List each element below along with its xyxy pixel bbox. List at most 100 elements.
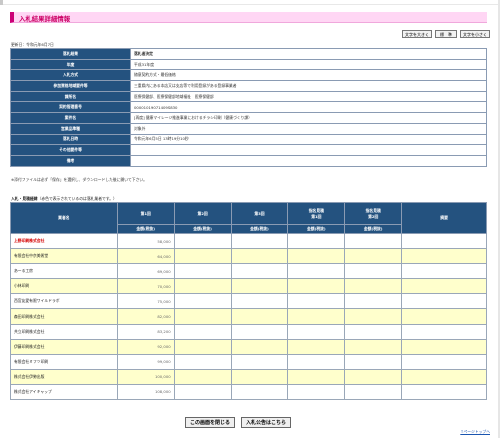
col-round-3: 第3回 <box>230 202 289 225</box>
bid-empty-cell <box>230 368 289 385</box>
bid-empty-cell <box>287 308 346 325</box>
bid-amount-round-1: 100,000 <box>116 368 175 385</box>
attachment-note: ※添付ファイルは必ず「保存」を選択し、ダウンロードした後に開いて下さい。 <box>11 177 147 182</box>
bid-row: 共立印刷株式会社 83,200 <box>10 323 487 340</box>
col-amount-label: 金額(税抜) <box>230 224 289 234</box>
bid-empty-cell <box>173 278 232 295</box>
bid-empty-cell <box>287 293 346 310</box>
bid-remarks-cell <box>401 278 487 295</box>
bid-remarks-cell <box>401 338 487 355</box>
bid-empty-cell <box>344 353 403 370</box>
info-value <box>130 144 487 156</box>
col-round-1: 第1回 <box>116 202 175 225</box>
bid-empty-cell <box>173 338 232 355</box>
bidder-name: 有限会社ミフツ印刷 <box>10 353 118 370</box>
col-amount-label: 金額(税抜) <box>344 224 403 234</box>
info-label: その他要件等 <box>10 144 131 156</box>
bid-empty-cell <box>344 323 403 340</box>
bid-empty-cell <box>230 323 289 340</box>
page-title-bar: 入札結果詳細情報 <box>10 12 487 23</box>
bids-heading-note: （赤色で表示されているのは落札業者です。） <box>37 196 117 201</box>
bid-row: 株式会社アイキャップ 108,000 <box>10 383 487 401</box>
info-row: 営業品準種 対象外 <box>10 122 487 135</box>
info-row: 落札日時 令和元年6月5日 13時19分10秒 <box>10 133 487 146</box>
bid-empty-cell <box>344 383 403 401</box>
bidder-name: 共立印刷株式会社 <box>10 323 118 340</box>
info-label: 案件名 <box>10 112 131 124</box>
info-label: 落札日時 <box>10 133 131 146</box>
result-info-table: 落札結果 落札者決定 年度 平成31年度 入札方式 随意契約方式・最低価格 参加資格地域要件… <box>10 48 487 167</box>
col-amount-label: 金額(税抜) <box>287 224 346 234</box>
bid-empty-cell <box>173 368 232 385</box>
font-small-button[interactable]: 文字を小さく <box>460 30 490 38</box>
info-value: 落札者決定 <box>130 48 487 60</box>
bidder-name: 森田印刷株式会社 <box>10 308 118 325</box>
bid-empty-cell <box>173 293 232 310</box>
bid-empty-cell <box>287 353 346 370</box>
info-label: 落札結果 <box>10 48 131 60</box>
bid-empty-cell <box>344 338 403 355</box>
bid-empty-cell <box>173 248 232 265</box>
bid-row: 上野印刷株式会社 58,000 <box>10 232 487 250</box>
bid-empty-cell <box>230 248 289 265</box>
info-row: 案件名 [再度] 健康マイレージ推進事業におけるチラシ印刷（健康づくり課） <box>10 112 487 124</box>
font-standard-button[interactable]: 標 準 <box>435 30 457 38</box>
info-value: 令和元年6月5日 13時19分10秒 <box>130 133 487 146</box>
col-name: 業者名 <box>10 202 118 234</box>
info-row: 課所名 医療保健部、医療保健部地域福祉 医療保健部 <box>10 90 487 103</box>
bid-empty-cell <box>230 353 289 370</box>
col-remarks: 摘要 <box>401 202 487 234</box>
top-strip-edge <box>0 0 3 5</box>
bid-empty-cell <box>344 368 403 385</box>
info-label: 課所名 <box>10 90 131 103</box>
bidder-name: あーる工房 <box>10 263 118 280</box>
tender-notice-button[interactable]: 入札公告はこちら <box>241 417 292 428</box>
info-row: 契約管理番号 00001019071409S830 <box>10 101 487 114</box>
bid-empty-cell <box>287 278 346 295</box>
bid-empty-cell <box>287 232 346 250</box>
bid-empty-cell <box>173 308 232 325</box>
bid-empty-cell <box>344 308 403 325</box>
col-amount-label: 金額(税抜) <box>173 224 232 234</box>
bid-row: 西宮友愛有限ワイルドラボ 75,000 <box>10 293 487 310</box>
col-round-2: 第2回 <box>173 202 232 225</box>
close-window-button[interactable]: この画面を閉じる <box>185 417 236 428</box>
bid-empty-cell <box>230 263 289 280</box>
bidder-name: 西宮友愛有限ワイルドラボ <box>10 293 118 310</box>
info-row: 年度 平成31年度 <box>10 58 487 71</box>
top-strip <box>0 0 500 5</box>
bid-amount-round-1: 64,000 <box>116 248 175 265</box>
bid-amount-round-1: 82,000 <box>116 308 175 325</box>
col-amount-label: 金額(税抜) <box>116 224 175 234</box>
font-large-button[interactable]: 文字を大きく <box>402 30 432 38</box>
bid-empty-cell <box>230 338 289 355</box>
bid-empty-cell <box>344 248 403 265</box>
bid-remarks-cell <box>401 308 487 325</box>
bid-amount-round-1: 108,000 <box>116 383 175 401</box>
bidder-name: 上野印刷株式会社 <box>10 232 118 250</box>
bid-remarks-cell <box>401 248 487 265</box>
page-title: 入札結果詳細情報 <box>19 15 71 23</box>
bid-amount-round-1: 75,000 <box>116 293 175 310</box>
bid-row: 有限会社ミフツ印刷 99,000 <box>10 353 487 370</box>
bid-empty-cell <box>230 293 289 310</box>
bid-amount-round-1: 92,000 <box>116 338 175 355</box>
bid-empty-cell <box>344 232 403 250</box>
bid-empty-cell <box>344 293 403 310</box>
bid-empty-cell <box>344 278 403 295</box>
info-value: 対象外 <box>130 122 487 135</box>
page-top-link[interactable]: ↑ページトップへ <box>460 429 490 435</box>
info-value: 00001019071409S830 <box>130 101 487 114</box>
bid-row: あーる工房 69,000 <box>10 263 487 280</box>
bid-remarks-cell <box>401 293 487 310</box>
info-label: 参加資格地域要件等 <box>10 80 131 92</box>
info-row: 備考 <box>10 154 487 167</box>
info-value: 三重県内にある本店又は支店等で利用登録がある登録事業者 <box>130 80 487 92</box>
col-designated-1: 指名見積 第1回 <box>287 202 346 225</box>
bid-empty-cell <box>173 232 232 250</box>
bids-table: 業者名 第1回 第2回 第3回 指名見積 第1回 指名見積 第2回 摘要 金額(… <box>10 202 487 401</box>
font-size-controls: 文字を大きく 標 準 文字を小さく <box>402 30 490 38</box>
info-value: 随意契約方式・最低価格 <box>130 69 487 82</box>
bid-row: 株式会社伊勢出版 100,000 <box>10 368 487 385</box>
col-designated-2: 指名見積 第2回 <box>344 202 403 225</box>
